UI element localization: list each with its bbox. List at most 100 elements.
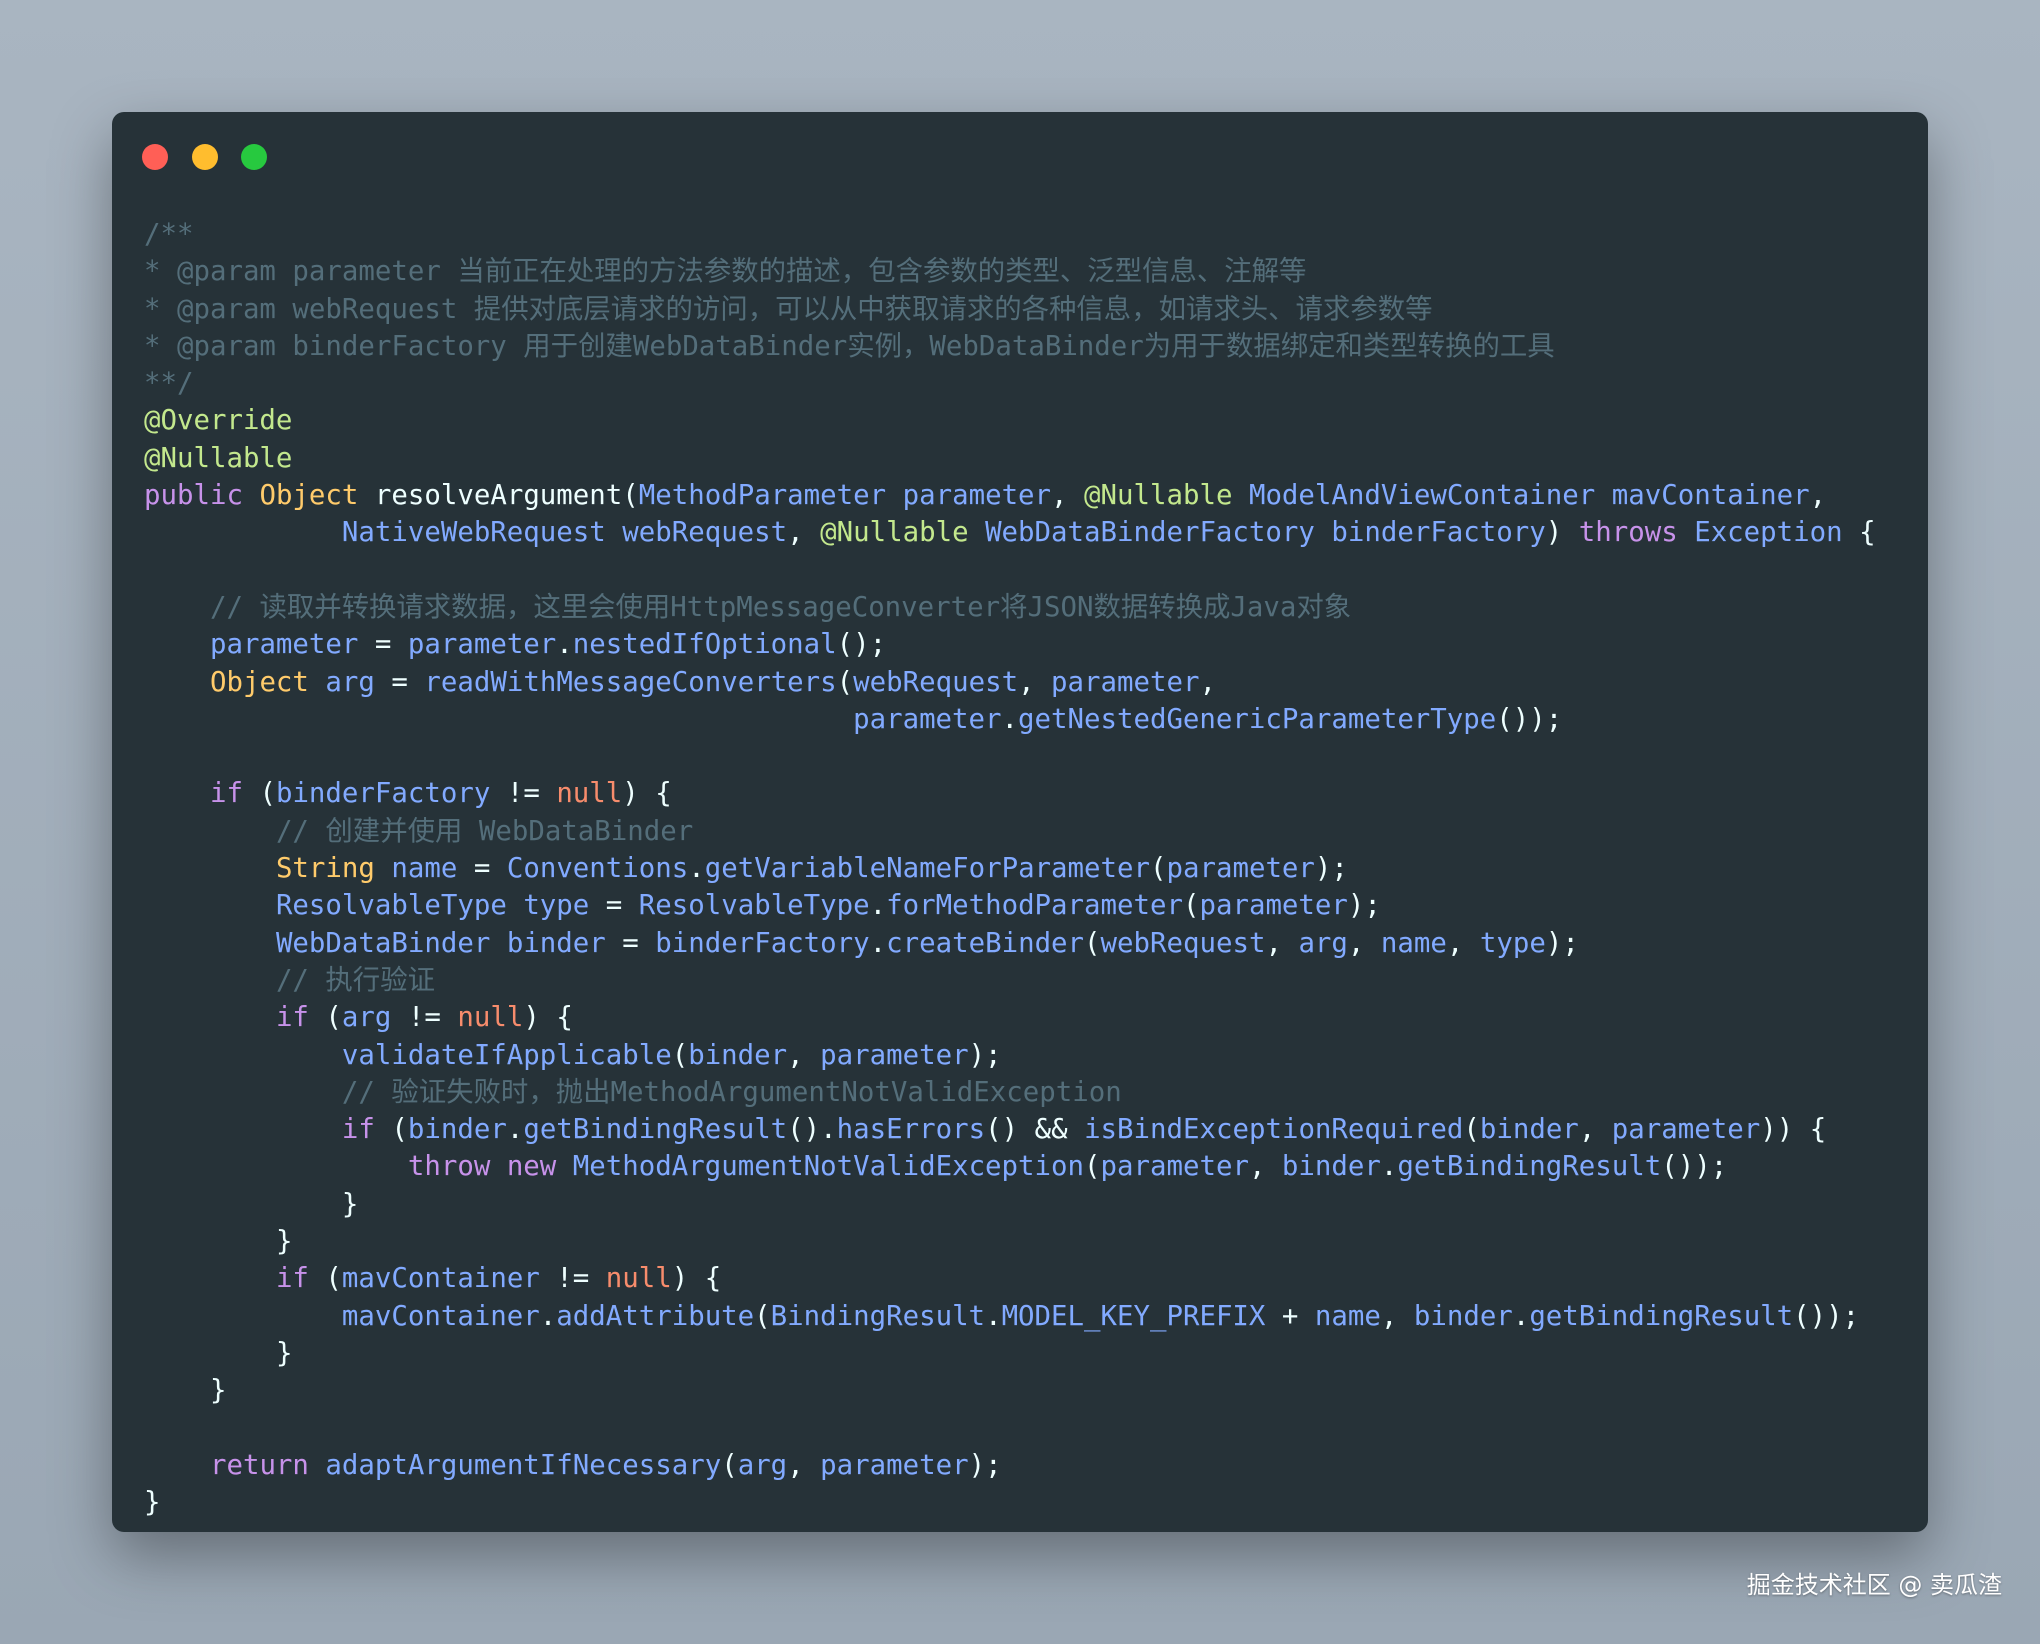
code-token-punct: ( <box>754 1300 771 1332</box>
code-token-var: parameter <box>853 703 1002 735</box>
code-token-var: mavContainer <box>341 1263 540 1295</box>
code-line: parameter = parameter.nestedIfOptional()… <box>144 626 1876 663</box>
code-token-var: parameter <box>820 1449 969 1481</box>
code-token-operator: != <box>539 1263 606 1295</box>
code-token-operator: + <box>1265 1300 1315 1332</box>
code-line: } <box>144 1335 1876 1372</box>
code-token-punct: , <box>1248 1151 1282 1183</box>
code-line: mavContainer.addAttribute(BindingResult.… <box>144 1298 1876 1335</box>
code-token-method: getNestedGenericParameterType <box>1018 703 1497 735</box>
code-line: public Object resolveArgument(MethodPara… <box>144 477 1876 514</box>
code-window: /** * @param parameter 当前正在处理的方法参数的描述，包含参… <box>112 112 1928 1532</box>
code-line: } <box>144 1372 1876 1409</box>
code-token-method: readWithMessageConverters <box>424 666 837 698</box>
code-line: } <box>144 1186 1876 1223</box>
code-token-param: parameter <box>902 480 1052 512</box>
code-token-method: getBindingResult <box>1397 1151 1662 1183</box>
code-token-punct: )) { <box>1760 1114 1827 1146</box>
code-token-punct: , <box>1809 480 1827 512</box>
code-line: * @param webRequest 提供对底层请求的访问，可以从中获取请求的… <box>144 291 1876 328</box>
code-token-punct: (). <box>787 1114 837 1146</box>
code-token-var: arg <box>1298 927 1348 959</box>
code-token-comment: * @param webRequest 提供对底层请求的访问，可以从中获取请求的… <box>144 293 1433 325</box>
code-token-var: binder <box>688 1039 788 1071</box>
code-token-keyword: return <box>209 1449 309 1481</box>
code-token-var: binder <box>1281 1151 1381 1183</box>
code-token-var: MODEL_KEY_PREFIX <box>1001 1300 1266 1332</box>
code-line: validateIfApplicable(binder, parameter); <box>144 1037 1876 1074</box>
window-controls <box>142 144 281 170</box>
code-line: } <box>144 1484 1876 1521</box>
code-token-class: NativeWebRequest <box>341 517 606 549</box>
code-token-var: webRequest <box>1100 927 1266 959</box>
code-token-operator: = <box>457 853 507 885</box>
code-token-method: hasErrors <box>836 1114 986 1146</box>
code-line: Object arg = readWithMessageConverters(w… <box>144 664 1876 701</box>
code-line: // 创建并使用 WebDataBinder <box>144 813 1876 850</box>
code-token-punct: } <box>209 1375 227 1407</box>
code-token-method: forMethodParameter <box>886 890 1183 922</box>
code-token-var: webRequest <box>853 666 1019 698</box>
code-token-punct: , <box>1018 666 1052 698</box>
code-token-param: binderFactory <box>1331 517 1546 549</box>
code-token-var: mavContainer <box>341 1300 540 1332</box>
code-line: @Nullable <box>144 440 1876 477</box>
code-token-punct: ); <box>1347 890 1381 922</box>
code-line: if (binder.getBindingResult().hasErrors(… <box>144 1111 1876 1148</box>
code-token-punct: (); <box>836 629 887 661</box>
minimize-button[interactable] <box>191 144 218 170</box>
code-token-annotation: @Nullable <box>144 442 293 474</box>
code-token-punct: . <box>1380 1151 1398 1183</box>
code-token-class: Conventions <box>506 853 689 885</box>
code-token-annotation: @Override <box>144 405 293 437</box>
code-token-punct: ( <box>721 1449 738 1481</box>
maximize-button[interactable] <box>241 144 268 170</box>
code-token-punct: . <box>556 629 573 661</box>
code-token-operator: != <box>391 1002 458 1034</box>
code-token-class: MethodParameter <box>638 480 887 512</box>
code-token-var: arg <box>341 1002 392 1034</box>
code-token-punct: ( <box>622 480 639 512</box>
code-token-punct: , <box>1578 1114 1612 1146</box>
code-token-keyword: throw <box>407 1151 491 1183</box>
code-line: /** <box>144 216 1876 253</box>
code-line: **/ <box>144 365 1876 402</box>
code-token-var: parameter <box>209 629 359 661</box>
code-line: * @param binderFactory 用于创建WebDataBinder… <box>144 328 1876 365</box>
code-line: ResolvableType type = ResolvableType.for… <box>144 887 1876 924</box>
code-token-punct: ); <box>1314 853 1348 885</box>
code-token-punct: ()); <box>1661 1151 1728 1183</box>
code-token-literal: null <box>605 1263 672 1295</box>
code-token-punct: . <box>869 927 887 959</box>
code-token-var: name <box>1380 927 1447 959</box>
code-token-punct: ) { <box>523 1002 573 1034</box>
code-token-var: parameter <box>1166 853 1315 885</box>
close-button[interactable] <box>142 144 168 170</box>
code-token-var: binderFactory <box>275 778 491 810</box>
code-token-method: validateIfApplicable <box>341 1039 672 1071</box>
code-token-punct: , <box>1380 1300 1414 1332</box>
code-token-punct: ) <box>1545 517 1579 549</box>
code-token-annotation: @Nullable <box>1084 480 1233 512</box>
code-line: String name = Conventions.getVariableNam… <box>144 850 1876 887</box>
code-token-operator: = <box>589 890 639 922</box>
code-token-punct: . <box>1001 703 1019 735</box>
